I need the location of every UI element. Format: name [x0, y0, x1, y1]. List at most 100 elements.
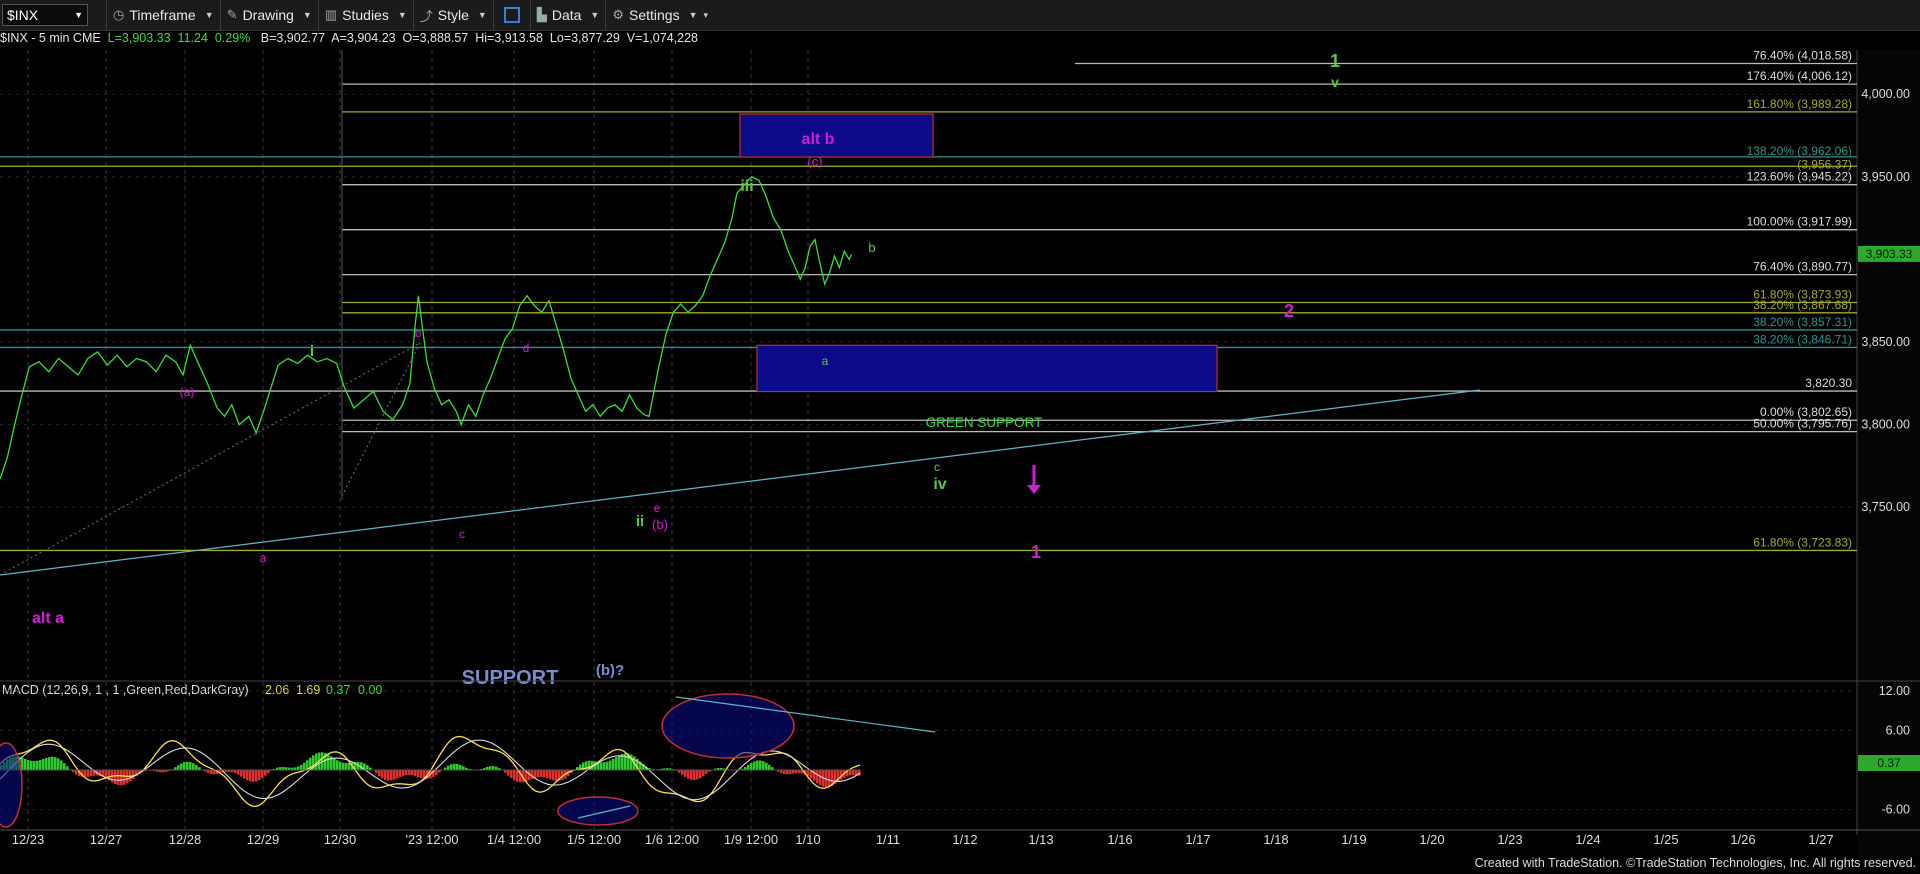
wave-annotation: iii [740, 178, 753, 195]
wave-annotation: 1 [1031, 542, 1041, 562]
macd-histogram-bar [30, 760, 33, 770]
macd-histogram-bar [132, 770, 135, 779]
macd-y-tick-label: -6.00 [1882, 803, 1911, 817]
macd-histogram-bar [210, 770, 213, 775]
macd-histogram-bar [327, 754, 330, 770]
macd-histogram-bar [489, 766, 492, 770]
x-tick-label: 1/9 12:00 [724, 832, 778, 847]
wave-annotation: b [868, 240, 875, 255]
gear-icon: ⚙ [612, 7, 624, 22]
alt-b-zone [739, 113, 934, 158]
chart-area[interactable]: 12/23 12/27 12/28 12/29 12/30 '23 12:00 1/4 12… [0, 50, 1920, 856]
x-tick-label: 1/5 12:00 [567, 832, 621, 847]
chevron-down-icon: ▼ [590, 10, 600, 20]
wave-annotation: a [822, 354, 829, 368]
macd-value-label: 0.37 [326, 683, 350, 697]
macd-histogram-bar [492, 766, 495, 770]
wave-annotation: 1 [1330, 51, 1340, 71]
macd-histogram-bar [765, 762, 768, 770]
wave-annotation: c [459, 527, 465, 541]
macd-histogram-bar [246, 770, 249, 781]
wave-annotation: 2 [1284, 301, 1294, 321]
wave-annotation: c [934, 460, 940, 474]
macd-histogram-bar [402, 770, 405, 776]
macd-histogram-bar [33, 761, 36, 770]
macd-histogram-bar [693, 770, 696, 781]
macd-histogram-bar [546, 770, 549, 779]
data-menu[interactable]: ▙ Data ▼ [529, 0, 606, 30]
macd-histogram-bar [456, 764, 459, 770]
layout-button[interactable] [492, 0, 530, 30]
fib-level-label: 76.40% (4,018.58) [1753, 50, 1852, 63]
wave-annotation: alt b [802, 131, 835, 148]
copyright-footer: Created with TradeStation. ©TradeStation… [1474, 856, 1916, 870]
macd-histogram-bar [393, 770, 396, 780]
macd-histogram-bar [186, 761, 189, 770]
fib-level-label: 76.40% (3,890.77) [1753, 260, 1852, 274]
macd-histogram-bar [264, 770, 267, 776]
x-tick-label: 1/24 [1575, 832, 1600, 847]
symbol-selector[interactable]: $INX ▼ [2, 4, 88, 26]
bid-price: B=3,902.77 [260, 31, 326, 45]
pencil-icon: ✎ [226, 7, 238, 22]
macd-histogram-bar [417, 770, 420, 778]
macd-histogram-bar [396, 770, 399, 779]
macd-histogram-bar [411, 770, 414, 776]
y-tick-label: 3,800.00 [1861, 418, 1910, 432]
macd-histogram-bar [63, 763, 66, 770]
x-tick-label: 1/6 12:00 [645, 832, 699, 847]
x-tick-label: 12/28 [169, 832, 202, 847]
macd-histogram-bar [819, 770, 822, 786]
timeframe-menu[interactable]: ◷ Timeframe ▼ [106, 0, 220, 30]
macd-histogram-bar [333, 758, 336, 770]
volume: V=1,074,228 [626, 31, 698, 45]
macd-histogram-bar [816, 770, 819, 784]
macd-histogram-bar [342, 762, 345, 770]
x-tick-label: 1/20 [1419, 832, 1444, 847]
wave-annotation: SUPPORT [462, 667, 559, 689]
wave-annotation: iv [933, 476, 946, 493]
macd-histogram-bar [786, 770, 789, 775]
x-tick-label: 12/27 [90, 832, 123, 847]
macd-histogram-bar [543, 770, 546, 778]
macd-histogram-bar [297, 766, 300, 770]
fib-level-label: 161.80% (3,989.28) [1747, 97, 1852, 111]
y-tick-label: 3,950.00 [1861, 170, 1910, 184]
macd-histogram-bar [756, 760, 759, 770]
macd-histogram-bar [123, 770, 126, 785]
wave-annotation: b [415, 326, 422, 340]
studies-icon: ▥ [324, 7, 338, 22]
x-tick-label: 1/23 [1497, 832, 1522, 847]
y-tick-label: 3,750.00 [1861, 500, 1910, 514]
macd-histogram-bar [414, 770, 417, 776]
macd-histogram-bar [258, 770, 261, 781]
last-price: L=3,903.33 [107, 31, 171, 45]
macd-histogram-bar [387, 770, 390, 781]
symbol-text: $INX [7, 7, 39, 23]
style-menu[interactable]: ⤴ Style ▼ [412, 0, 493, 30]
macd-histogram-bar [603, 762, 606, 770]
macd-histogram-bar [447, 765, 450, 770]
macd-histogram-bar [57, 758, 60, 770]
macd-histogram-bar [48, 757, 51, 770]
macd-histogram-bar [243, 770, 246, 779]
studies-menu[interactable]: ▥ Studies ▼ [317, 0, 413, 30]
macd-histogram-bar [240, 770, 243, 777]
chevron-down-icon: ▾ [703, 9, 709, 20]
green-support-zone [756, 344, 1218, 393]
macd-histogram-bar [117, 770, 120, 786]
wave-annotation: d [523, 341, 530, 355]
macd-histogram-bar [192, 763, 195, 770]
x-tick-label: 1/11 [876, 832, 900, 847]
drawing-menu[interactable]: ✎ Drawing ▼ [219, 0, 318, 30]
macd-histogram-bar [609, 760, 612, 770]
macd-histogram-bar [300, 764, 303, 770]
macd-histogram-bar [600, 762, 603, 770]
macd-y-tick-label: 12.00 [1879, 684, 1910, 698]
settings-menu[interactable]: ⚙ Settings ▼ ▾ [605, 0, 714, 30]
chevron-down-icon: ▼ [397, 10, 407, 20]
macd-histogram-bar [405, 770, 408, 776]
macd-histogram-bar [84, 770, 87, 777]
macd-histogram-bar [315, 753, 318, 770]
macd-histogram-bar [681, 770, 684, 775]
